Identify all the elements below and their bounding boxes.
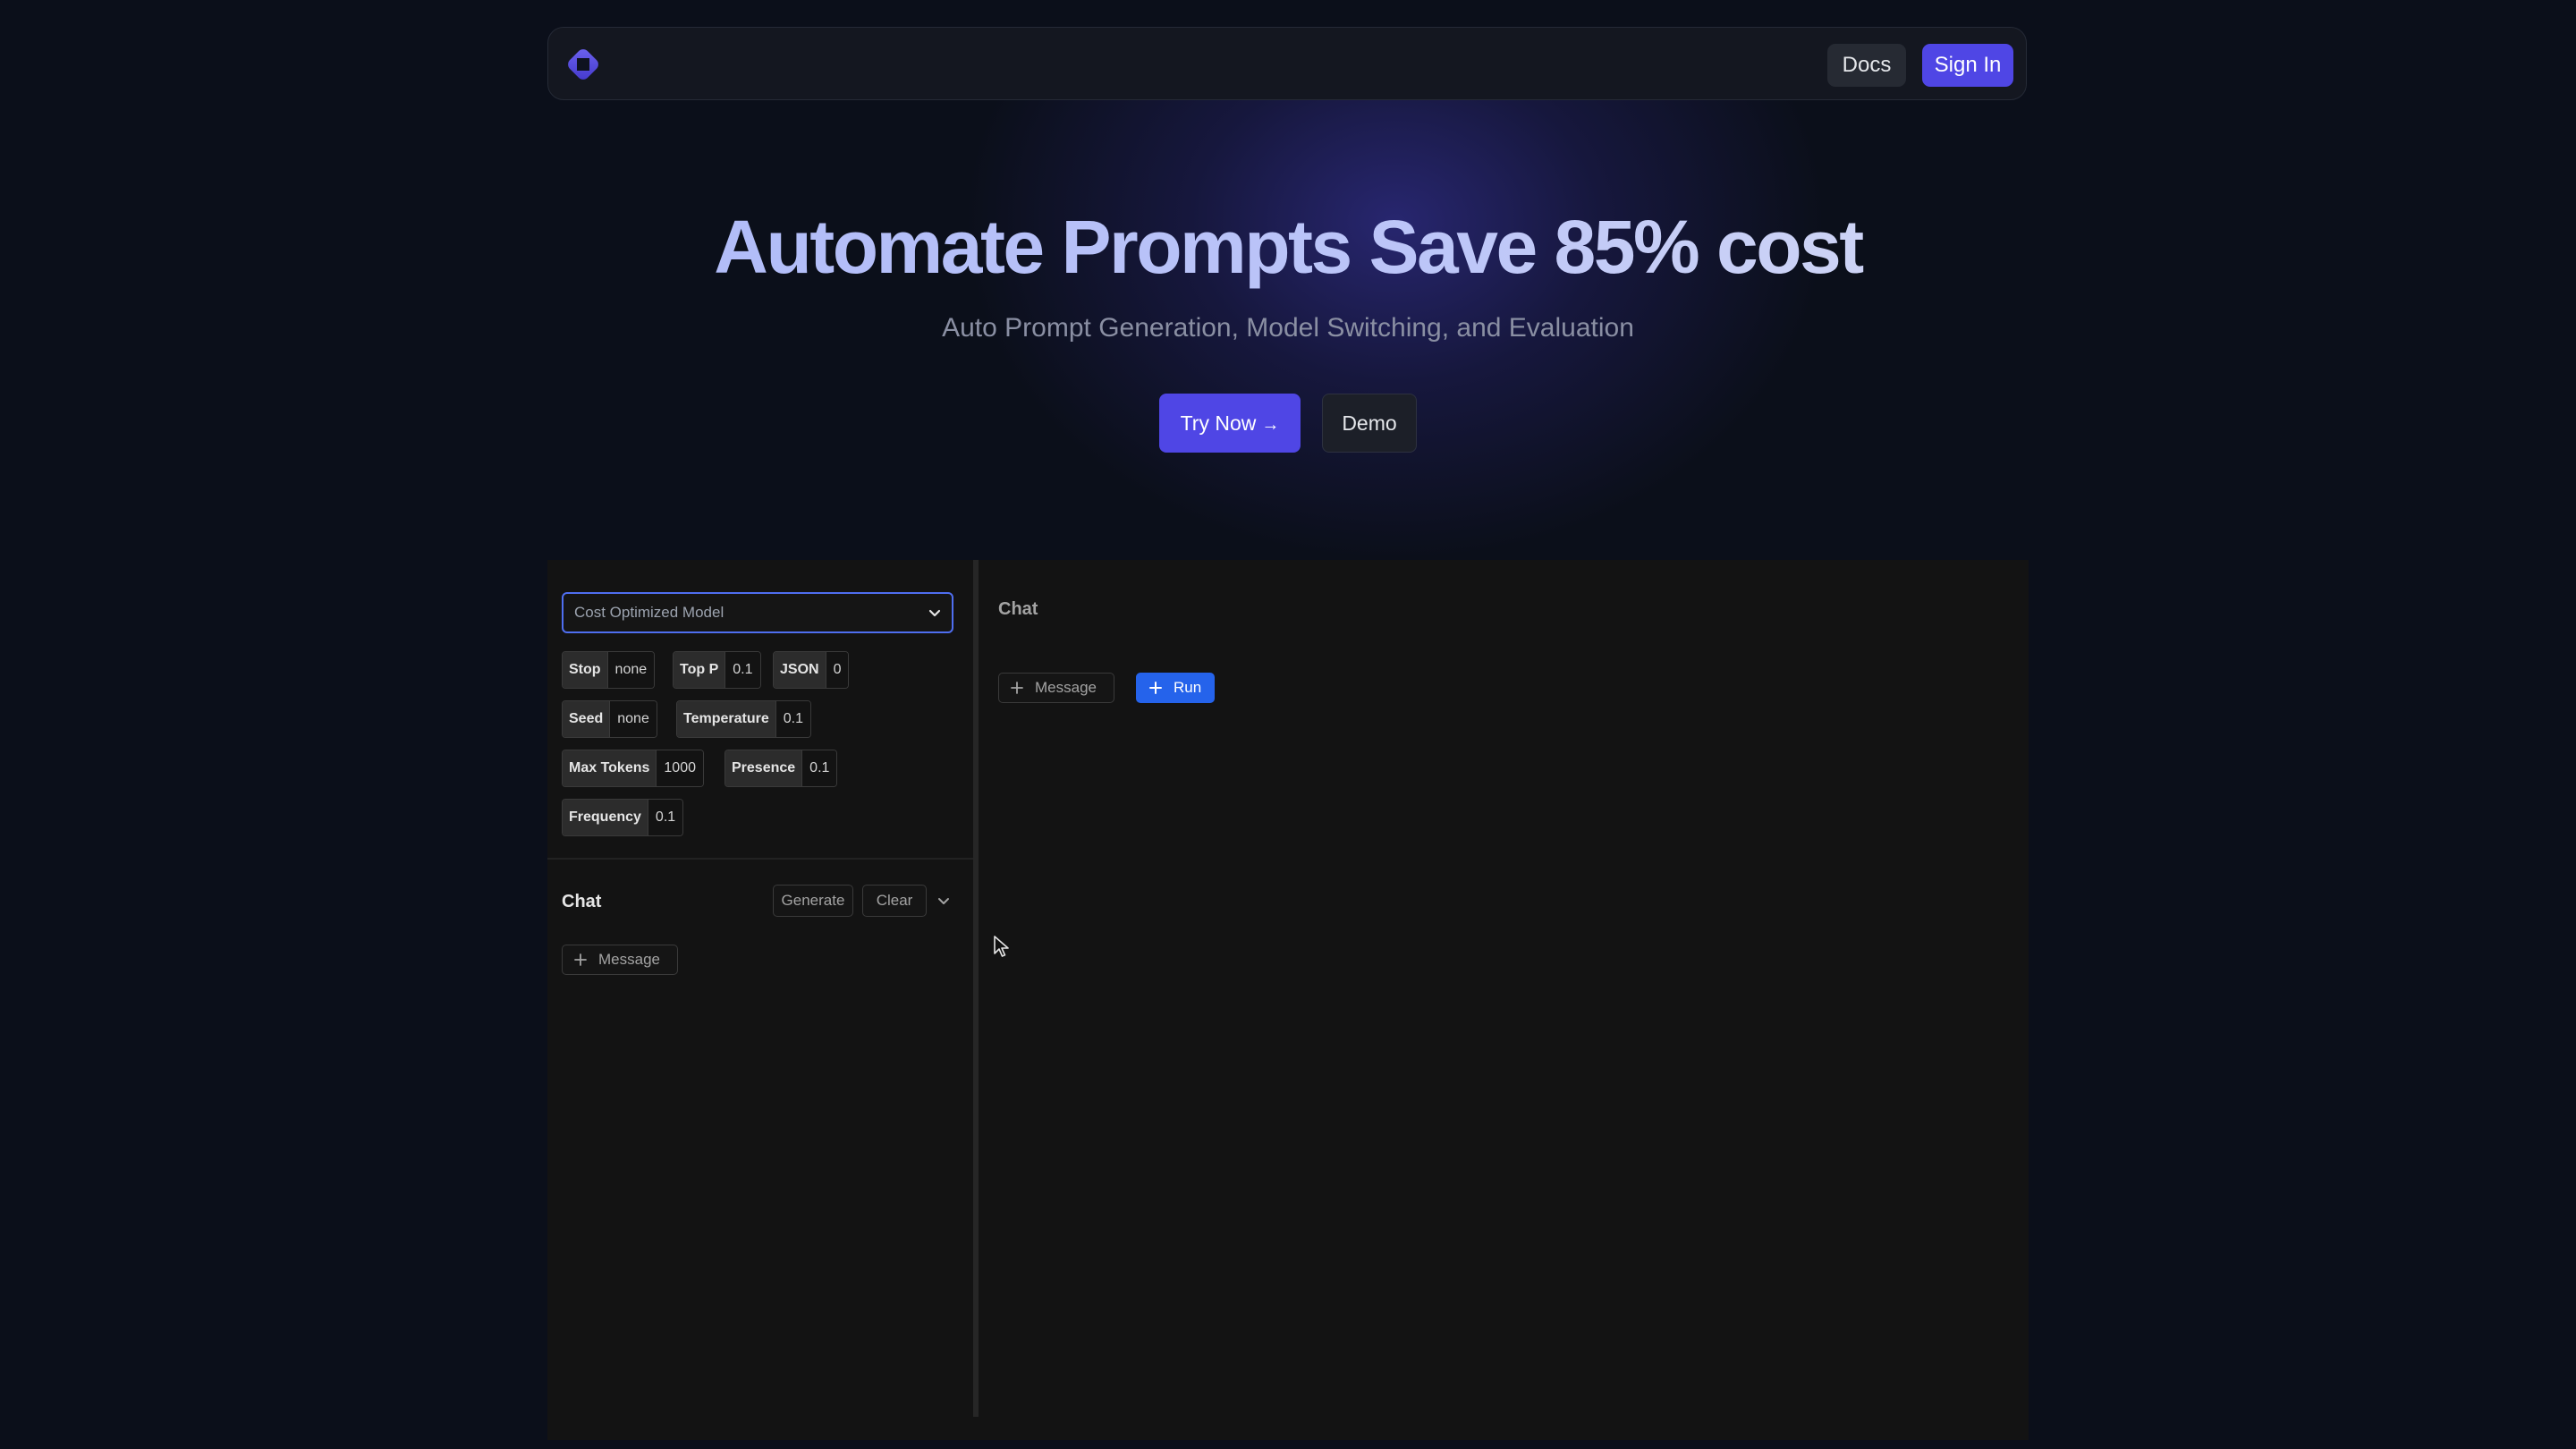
param-presence[interactable]: Presence 0.1 xyxy=(724,750,838,787)
clear-button[interactable]: Clear xyxy=(862,885,927,917)
param-value: 0.1 xyxy=(647,800,683,835)
try-now-button[interactable]: Try Now → xyxy=(1159,394,1301,453)
left-chat-title: Chat xyxy=(562,892,602,911)
hero-title: Automate Prompts Save 85% cost xyxy=(0,204,2576,291)
generate-button[interactable]: Generate xyxy=(773,885,853,917)
model-select[interactable]: Cost Optimized Model xyxy=(562,592,953,633)
run-button[interactable]: Run xyxy=(1136,673,1215,703)
param-name: Presence xyxy=(725,750,802,786)
param-value: 0.1 xyxy=(801,750,837,786)
settings-panel: Cost Optimized Model Stop none Top P 0.1… xyxy=(547,560,979,1417)
try-now-label: Try Now xyxy=(1180,411,1257,435)
param-frequency[interactable]: Frequency 0.1 xyxy=(562,799,684,836)
message-label: Message xyxy=(1035,679,1097,696)
plus-icon xyxy=(1011,682,1023,694)
arrow-right-icon: → xyxy=(1261,415,1280,435)
demo-button[interactable]: Demo xyxy=(1322,394,1417,453)
param-seed[interactable]: Seed none xyxy=(562,700,657,738)
param-name: Seed xyxy=(563,701,610,737)
message-label: Message xyxy=(598,951,660,968)
param-name: JSON xyxy=(774,652,826,688)
param-name: Max Tokens xyxy=(563,750,657,786)
param-top-p[interactable]: Top P 0.1 xyxy=(673,651,761,689)
param-value: 0 xyxy=(825,652,849,688)
param-name: Temperature xyxy=(677,701,775,737)
param-value: 1000 xyxy=(656,750,703,786)
plus-icon xyxy=(1149,682,1162,694)
chevron-down-icon xyxy=(928,609,941,617)
param-value: 0.1 xyxy=(724,652,760,688)
top-navbar: Docs Sign In xyxy=(547,27,2027,100)
playground-panel: Cost Optimized Model Stop none Top P 0.1… xyxy=(547,560,2029,1440)
param-stop[interactable]: Stop none xyxy=(562,651,656,689)
param-name: Frequency xyxy=(563,800,648,835)
param-value: 0.1 xyxy=(775,701,810,737)
mouse-cursor-icon xyxy=(994,936,1009,957)
section-divider xyxy=(547,858,973,860)
param-name: Top P xyxy=(674,652,725,688)
param-name: Stop xyxy=(563,652,607,688)
add-message-button[interactable]: Message xyxy=(562,945,678,975)
param-value: none xyxy=(609,701,657,737)
plus-icon xyxy=(574,953,587,966)
hero-subtitle: Auto Prompt Generation, Model Switching,… xyxy=(942,313,1634,343)
diamond-logo-icon[interactable] xyxy=(564,46,602,83)
run-label: Run xyxy=(1174,679,1202,696)
add-message-button[interactable]: Message xyxy=(998,673,1114,703)
model-select-value: Cost Optimized Model xyxy=(574,604,724,621)
chevron-down-icon[interactable] xyxy=(936,894,952,910)
docs-button[interactable]: Docs xyxy=(1827,44,1906,87)
sign-in-button[interactable]: Sign In xyxy=(1922,44,2013,87)
param-max-tokens[interactable]: Max Tokens 1000 xyxy=(562,750,704,787)
right-chat-title: Chat xyxy=(998,599,1038,619)
param-value: none xyxy=(606,652,655,688)
param-temperature[interactable]: Temperature 0.1 xyxy=(676,700,811,738)
param-json[interactable]: JSON 0 xyxy=(773,651,850,689)
